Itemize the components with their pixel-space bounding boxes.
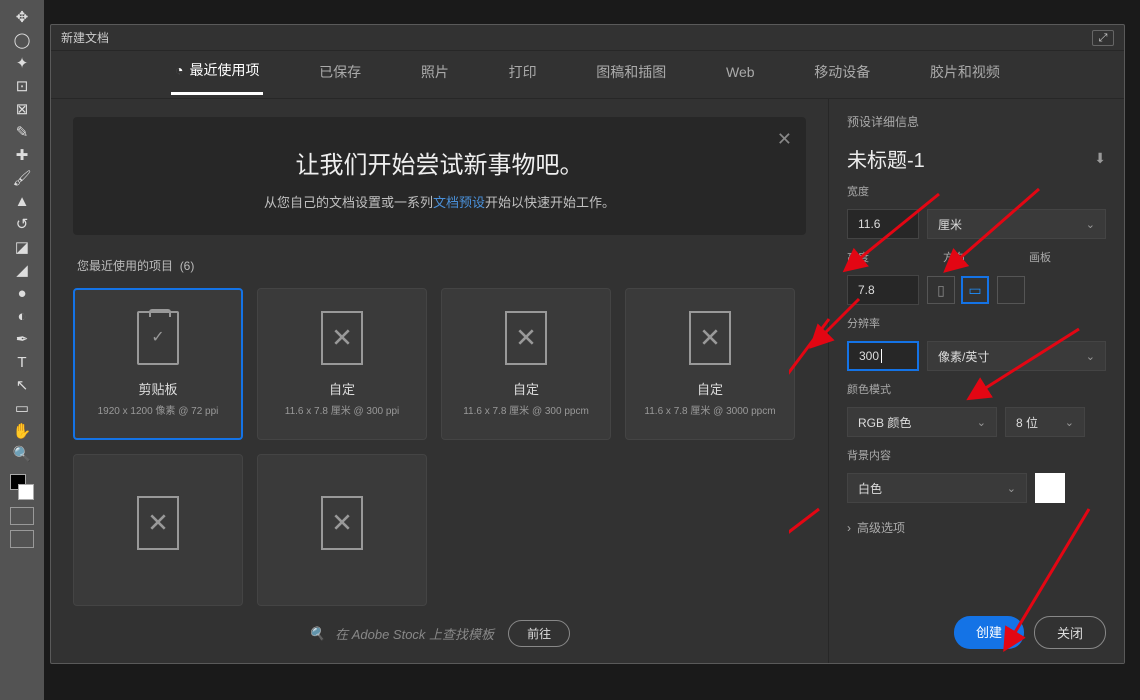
document-icon: ✕ (505, 311, 547, 365)
resolution-label: 分辨率 (847, 315, 1106, 331)
preset-custom-4[interactable]: ✕ (73, 454, 243, 606)
category-tabs: ◔最近使用项 已保存 照片 打印 图稿和插图 Web 移动设备 胶片和视频 (51, 51, 1124, 99)
search-placeholder: 在 Adobe Stock 上查找模板 (335, 624, 494, 643)
gradient-tool-icon[interactable]: ◢ (8, 259, 36, 281)
preset-custom-1[interactable]: ✕ 自定 11.6 x 7.8 厘米 @ 300 ppi (257, 288, 427, 440)
save-preset-icon[interactable]: ⬇ (1094, 150, 1106, 167)
background-color-swatch[interactable] (1035, 473, 1065, 503)
crop-tool-icon[interactable]: ⊡ (8, 75, 36, 97)
height-input[interactable]: 7.8 (847, 275, 919, 305)
color-swatches[interactable] (8, 472, 36, 502)
color-mode-label: 颜色模式 (847, 381, 1106, 397)
path-tool-icon[interactable]: ↖ (8, 374, 36, 396)
tab-mobile[interactable]: 移动设备 (810, 56, 874, 94)
dialog-titlebar: 新建文档 ⤢ (51, 25, 1124, 51)
preset-custom-5[interactable]: ✕ (257, 454, 427, 606)
go-button[interactable]: 前往 (508, 620, 570, 647)
new-document-dialog: 新建文档 ⤢ ◔最近使用项 已保存 照片 打印 图稿和插图 Web 移动设备 胶… (50, 24, 1125, 664)
hero-title: 让我们开始尝试新事物吧。 (133, 145, 746, 180)
preset-grid: 剪贴板 1920 x 1200 像素 @ 72 ppi ✕ 自定 11.6 x … (73, 288, 806, 606)
blur-tool-icon[interactable]: ● (8, 282, 36, 304)
screen-mode-icon[interactable] (10, 507, 34, 525)
background-label: 背景内容 (847, 447, 1106, 463)
preset-custom-3[interactable]: ✕ 自定 11.6 x 7.8 厘米 @ 3000 ppcm (625, 288, 795, 440)
artboard-checkbox[interactable] (997, 276, 1025, 304)
tab-film[interactable]: 胶片和视频 (926, 56, 1004, 94)
left-panel: ✕ 让我们开始尝试新事物吧。 从您自己的文档设置或一系列文档预设开始以快速开始工… (51, 99, 828, 663)
hand-tool-icon[interactable]: ✋ (8, 420, 36, 442)
dialog-title: 新建文档 (61, 29, 109, 46)
hero-text: 从您自己的文档设置或一系列文档预设开始以快速开始工作。 (133, 192, 746, 211)
tab-web[interactable]: Web (722, 58, 759, 92)
zoom-tool-icon[interactable]: 🔍 (8, 443, 36, 465)
stock-search-bar: 🔍 在 Adobe Stock 上查找模板 前往 (73, 606, 806, 653)
document-name[interactable]: 未标题-1 (847, 144, 925, 173)
clipboard-icon (137, 311, 179, 365)
width-input[interactable]: 11.6 (847, 209, 919, 239)
tab-saved[interactable]: 已保存 (315, 56, 365, 94)
document-icon: ✕ (321, 311, 363, 365)
close-button[interactable]: 关闭 (1034, 616, 1106, 649)
color-mode-dropdown[interactable]: RGB 颜色⌄ (847, 407, 997, 437)
hero-banner: ✕ 让我们开始尝试新事物吧。 从您自己的文档设置或一系列文档预设开始以快速开始工… (73, 117, 806, 235)
detail-section-title: 预设详细信息 (847, 113, 1106, 130)
wand-tool-icon[interactable]: ✦ (8, 52, 36, 74)
recent-subtitle: 您最近使用的项目 (6) (77, 257, 802, 274)
titlebar-close-icon[interactable]: ⤢ (1092, 30, 1114, 46)
detail-panel: 预设详细信息 未标题-1 ⬇ 宽度 11.6 厘米⌄ 高度 方向 画板 7.8 … (828, 99, 1124, 663)
portrait-icon: ▯ (937, 282, 945, 299)
tab-photo[interactable]: 照片 (417, 56, 453, 94)
heal-tool-icon[interactable]: ✚ (8, 144, 36, 166)
chevron-down-icon: ⌄ (1086, 218, 1095, 231)
advanced-options-toggle[interactable]: ›高级选项 (847, 519, 1106, 536)
create-button[interactable]: 创建 (954, 616, 1024, 649)
shape-tool-icon[interactable]: ▭ (8, 397, 36, 419)
history-brush-icon[interactable]: ↺ (8, 213, 36, 235)
orient-landscape-button[interactable]: ▭ (961, 276, 989, 304)
document-icon: ✕ (321, 496, 363, 550)
bit-depth-dropdown[interactable]: 8 位⌄ (1005, 407, 1085, 437)
clock-icon: ◔ (175, 62, 183, 78)
chevron-down-icon: ⌄ (1065, 416, 1074, 429)
type-tool-icon[interactable]: T (8, 351, 36, 373)
orient-portrait-button[interactable]: ▯ (927, 276, 955, 304)
tab-art[interactable]: 图稿和插图 (592, 56, 670, 94)
preset-custom-2[interactable]: ✕ 自定 11.6 x 7.8 厘米 @ 300 ppcm (441, 288, 611, 440)
chevron-down-icon: ⌄ (1007, 482, 1016, 495)
document-icon: ✕ (137, 496, 179, 550)
preset-link[interactable]: 文档预设 (433, 195, 485, 210)
search-input-wrap[interactable]: 🔍 在 Adobe Stock 上查找模板 (309, 624, 494, 643)
resolution-input[interactable]: 300 (847, 341, 919, 371)
artboard-label: 画板 (1029, 249, 1051, 265)
eraser-tool-icon[interactable]: ◪ (8, 236, 36, 258)
pen-tool-icon[interactable]: ✒ (8, 328, 36, 350)
quickmask-icon[interactable] (10, 530, 34, 548)
lasso-tool-icon[interactable]: ◯ (8, 29, 36, 51)
hero-close-icon[interactable]: ✕ (777, 129, 792, 150)
dodge-tool-icon[interactable]: ◐ (8, 305, 36, 327)
width-label: 宽度 (847, 183, 1106, 199)
tab-recent[interactable]: ◔最近使用项 (171, 54, 263, 95)
background-dropdown[interactable]: 白色⌄ (847, 473, 1027, 503)
chevron-right-icon: › (847, 521, 851, 535)
brush-tool-icon[interactable]: 🖌 (8, 167, 36, 189)
chevron-down-icon: ⌄ (1086, 350, 1095, 363)
unit-dropdown[interactable]: 厘米⌄ (927, 209, 1106, 239)
main-toolbar: ✥ ◯ ✦ ⊡ ⊠ ✎ ✚ 🖌 ▲ ↺ ◪ ◢ ● ◐ ✒ T ↖ ▭ ✋ 🔍 (0, 0, 44, 700)
chevron-down-icon: ⌄ (977, 416, 986, 429)
landscape-icon: ▭ (968, 282, 981, 299)
resolution-unit-dropdown[interactable]: 像素/英寸⌄ (927, 341, 1106, 371)
orient-label: 方向 (943, 249, 965, 265)
document-icon: ✕ (689, 311, 731, 365)
tab-print[interactable]: 打印 (505, 56, 541, 94)
search-icon: 🔍 (309, 626, 325, 642)
eyedropper-tool-icon[interactable]: ✎ (8, 121, 36, 143)
stamp-tool-icon[interactable]: ▲ (8, 190, 36, 212)
move-tool-icon[interactable]: ✥ (8, 6, 36, 28)
preset-clipboard[interactable]: 剪贴板 1920 x 1200 像素 @ 72 ppi (73, 288, 243, 440)
height-label: 高度 (847, 249, 919, 265)
frame-tool-icon[interactable]: ⊠ (8, 98, 36, 120)
